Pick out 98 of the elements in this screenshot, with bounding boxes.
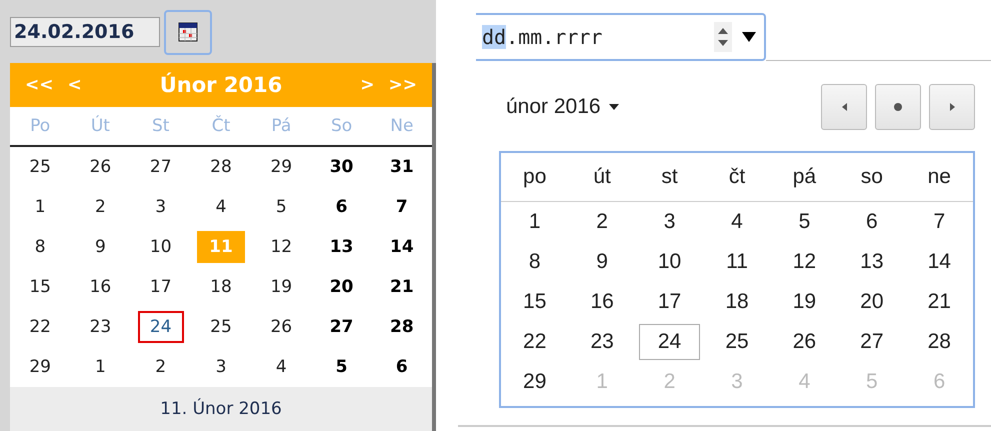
day-cell[interactable]: 7	[914, 204, 964, 240]
today-footer[interactable]: 11. Únor 2016	[10, 387, 432, 431]
day-cell[interactable]: 3	[644, 204, 694, 240]
day-cell[interactable]: 29	[17, 351, 63, 383]
day-cell[interactable]: 22	[504, 324, 566, 360]
day-cell[interactable]: 5	[264, 191, 299, 223]
day-cell[interactable]: 7	[384, 191, 420, 223]
day-cell[interactable]: 17	[638, 284, 700, 320]
weekday-label: ne	[926, 165, 952, 189]
day-cell[interactable]: 6	[384, 351, 420, 383]
weekday-label: pá	[792, 165, 818, 189]
weekday-label: st	[660, 165, 679, 189]
day-cell[interactable]: 8	[22, 231, 58, 263]
weekday-label: po	[522, 165, 548, 189]
day-cell[interactable]: 23	[571, 324, 633, 360]
today-button[interactable]	[875, 84, 921, 130]
day-cell[interactable]: 17	[138, 271, 184, 303]
day-cell[interactable]: 19	[258, 271, 304, 303]
weekday-label: St	[150, 116, 170, 136]
day-cell[interactable]: 25	[706, 324, 768, 360]
dot-icon	[894, 103, 902, 111]
day-cell[interactable]: 6	[324, 191, 360, 223]
day-cell[interactable]: 28	[908, 324, 970, 360]
day-cell[interactable]: 9	[83, 231, 118, 263]
day-cell[interactable]: 27	[318, 311, 366, 343]
day-cell[interactable]: 2	[577, 204, 627, 240]
day-cell[interactable]: 24	[138, 311, 184, 343]
day-cell[interactable]: 10	[638, 244, 700, 280]
day-cell[interactable]: 8	[510, 244, 560, 280]
day-cell[interactable]: 12	[774, 244, 836, 280]
day-cell[interactable]: 28	[198, 151, 244, 183]
day-cell[interactable]: 2	[143, 351, 178, 383]
day-cell[interactable]: 21	[908, 284, 970, 320]
weekday-label: so	[860, 165, 884, 189]
day-cell[interactable]: 18	[706, 284, 768, 320]
day-cell[interactable]: 26	[774, 324, 836, 360]
day-cell[interactable]: 3	[204, 351, 238, 383]
day-cell[interactable]: 19	[774, 284, 836, 320]
day-cell[interactable]: 2	[83, 191, 118, 223]
day-cell[interactable]: 11	[707, 244, 767, 280]
day-cell[interactable]: 27	[138, 151, 184, 183]
day-cell[interactable]: 22	[17, 311, 63, 343]
day-cell[interactable]: 18	[198, 271, 244, 303]
day-cell[interactable]: 1	[22, 191, 58, 223]
day-cell[interactable]: 4	[712, 204, 762, 240]
day-cell[interactable]: 1	[83, 351, 118, 383]
spin-arrows-icon[interactable]	[714, 22, 732, 52]
day-cell[interactable]: 28	[378, 311, 426, 343]
day-cell[interactable]: 26	[258, 311, 304, 343]
weekday-label: út	[592, 165, 612, 189]
day-cell[interactable]: 15	[17, 271, 63, 303]
day-cell[interactable]: 24	[638, 324, 700, 360]
month-selector[interactable]: únor 2016	[506, 95, 601, 119]
calendar-icon	[178, 22, 198, 42]
day-cell[interactable]: 14	[908, 244, 970, 280]
date-field[interactable]: 24.02.2016	[10, 17, 160, 47]
day-cell[interactable]: 14	[378, 231, 426, 263]
weekday-label: So	[330, 116, 354, 136]
right-triangle-icon	[950, 103, 954, 111]
day-cell[interactable]: 25	[198, 311, 244, 343]
left-triangle-icon	[842, 103, 846, 111]
day-cell[interactable]: 5	[780, 204, 830, 240]
day-cell[interactable]: 16	[78, 271, 124, 303]
weekday-label: Ne	[389, 116, 414, 136]
weekday-label: Pá	[270, 116, 292, 136]
day-cell[interactable]: 5	[324, 351, 360, 383]
day-cell[interactable]: 25	[17, 151, 63, 183]
day-cell[interactable]: 29	[258, 151, 304, 183]
caret-icon[interactable]	[608, 104, 619, 110]
day-cell[interactable]: 6	[847, 204, 897, 240]
day-cell[interactable]: 10	[138, 231, 184, 263]
day-cell[interactable]: 20	[841, 284, 903, 320]
dropdown-arrow-icon[interactable]	[742, 31, 756, 43]
day-cell[interactable]: 3	[143, 191, 178, 223]
weekday-label: Út	[90, 116, 111, 136]
day-cell[interactable]: 13	[841, 244, 903, 280]
day-cell[interactable]: 26	[78, 151, 124, 183]
day-cell[interactable]: 20	[318, 271, 366, 303]
day-cell[interactable]: 4	[264, 351, 299, 383]
day-cell[interactable]: 12	[258, 231, 304, 263]
day-cell[interactable]: 31	[378, 151, 426, 183]
day-cell[interactable]: 23	[78, 311, 124, 343]
weekday-label: Po	[29, 116, 52, 136]
day-cell[interactable]: 27	[841, 324, 903, 360]
day-cell[interactable]: 30	[318, 151, 366, 183]
day-cell[interactable]: 9	[577, 244, 627, 280]
weekday-label: čt	[728, 165, 746, 189]
day-cell[interactable]: 21	[378, 271, 426, 303]
calendar-button[interactable]	[164, 10, 212, 54]
day-cell[interactable]: 15	[504, 284, 566, 320]
day-cell[interactable]: 29	[504, 364, 566, 400]
day-cell[interactable]: 4	[204, 191, 238, 223]
day-cell[interactable]: 1	[510, 204, 560, 240]
month-title: Únor 2016	[158, 73, 284, 97]
weekday-label: Čt	[210, 116, 232, 136]
day-cell[interactable]: 13	[318, 231, 366, 263]
day-cell[interactable]: 16	[571, 284, 633, 320]
date-input-field[interactable]: dd.mm.rrrr	[476, 13, 766, 61]
